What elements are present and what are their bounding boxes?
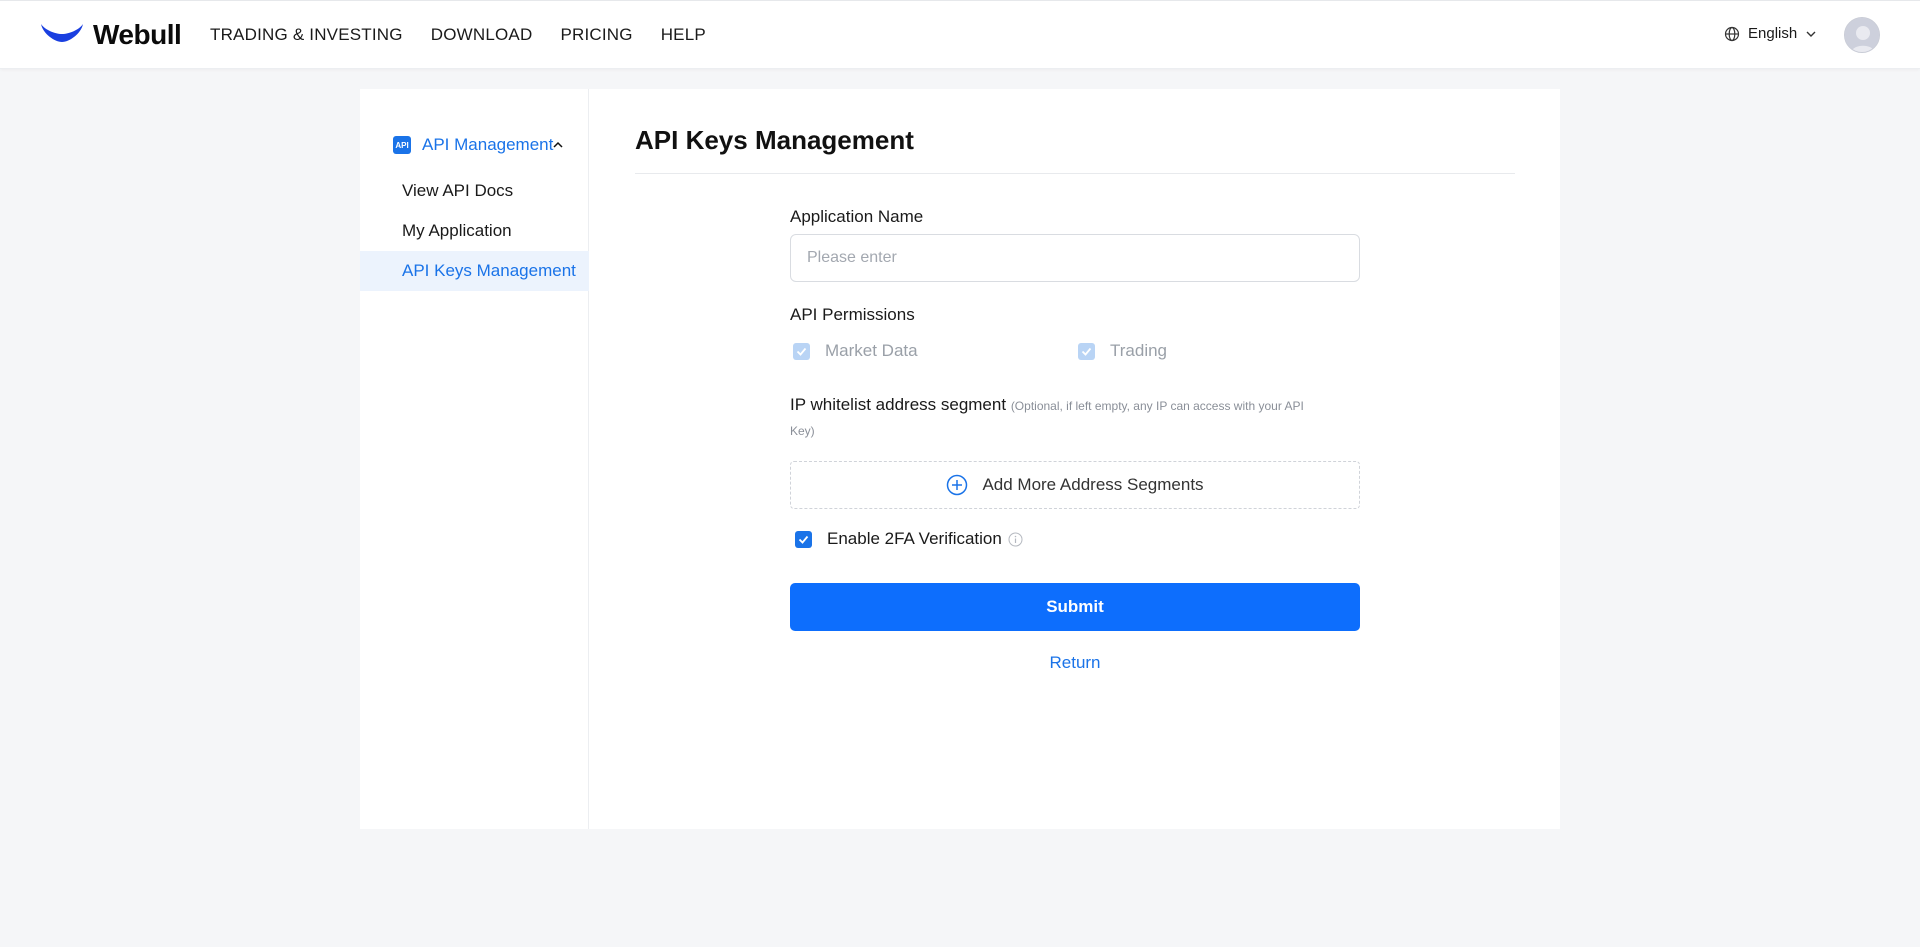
checkmark-icon <box>798 535 809 544</box>
sidebar-group-label: API Management <box>422 135 554 154</box>
nav-help[interactable]: HELP <box>661 25 706 45</box>
webull-logo[interactable]: Webull <box>39 19 182 51</box>
main-card: API API Management View API Docs My Appl… <box>360 89 1560 829</box>
application-name-label: Application Name <box>790 207 924 226</box>
add-address-segment-button[interactable]: Add More Address Segments <box>790 461 1360 509</box>
market-data-checkbox <box>793 342 810 360</box>
permission-market-data: Market Data <box>793 341 918 361</box>
sidebar-item-api-keys-management[interactable]: API Keys Management <box>360 251 589 291</box>
enable-2fa-checkbox[interactable] <box>795 530 812 548</box>
api-permissions-label: API Permissions <box>790 305 915 324</box>
avatar[interactable] <box>1844 17 1880 53</box>
ip-whitelist-note-continued: Key) <box>790 424 815 438</box>
sidebar-item-my-application[interactable]: My Application <box>360 211 589 251</box>
top-header: Webull TRADING & INVESTING DOWNLOAD PRIC… <box>0 0 1920 69</box>
nav-trading-investing[interactable]: TRADING & INVESTING <box>210 25 403 45</box>
chevron-up-icon[interactable] <box>551 138 565 152</box>
trading-checkbox <box>1078 342 1095 360</box>
market-data-label: Market Data <box>825 341 918 360</box>
checkmark-icon <box>1081 347 1092 356</box>
language-selector[interactable]: English <box>1724 25 1817 42</box>
chevron-down-icon <box>1806 31 1816 37</box>
nav-pricing[interactable]: PRICING <box>560 25 632 45</box>
language-label: English <box>1748 25 1798 42</box>
page-title: API Keys Management <box>635 125 914 155</box>
sidebar: API API Management View API Docs My Appl… <box>360 89 589 829</box>
api-icon: API <box>393 136 411 154</box>
ip-whitelist-label: IP whitelist address segment <box>790 395 1007 414</box>
info-icon[interactable] <box>1008 532 1023 547</box>
return-link[interactable]: Return <box>790 653 1360 673</box>
title-divider <box>635 173 1515 174</box>
brand-name: Webull <box>93 19 182 50</box>
sidebar-item-view-api-docs[interactable]: View API Docs <box>360 171 589 211</box>
permission-trading: Trading <box>1078 341 1167 361</box>
checkmark-icon <box>796 347 807 356</box>
main-nav: TRADING & INVESTING DOWNLOAD PRICING HEL… <box>210 25 734 45</box>
globe-icon <box>1724 26 1740 41</box>
sidebar-group-api-management[interactable]: API API Management <box>393 134 583 156</box>
add-segment-label: Add More Address Segments <box>982 475 1204 494</box>
submit-button[interactable]: Submit <box>790 583 1360 631</box>
enable-2fa-label: Enable 2FA Verification <box>827 529 1002 548</box>
user-avatar-icon <box>1845 18 1879 52</box>
add-circle-icon <box>947 474 968 496</box>
ip-whitelist-label-row: IP whitelist address segment (Optional, … <box>790 395 1304 415</box>
application-name-input[interactable] <box>790 234 1360 282</box>
nav-download[interactable]: DOWNLOAD <box>431 25 533 45</box>
webull-logo-icon <box>41 24 83 42</box>
enable-2fa-row[interactable]: Enable 2FA Verification <box>790 529 1023 549</box>
trading-label: Trading <box>1110 341 1168 360</box>
ip-whitelist-note: (Optional, if left empty, any IP can acc… <box>1010 399 1304 413</box>
